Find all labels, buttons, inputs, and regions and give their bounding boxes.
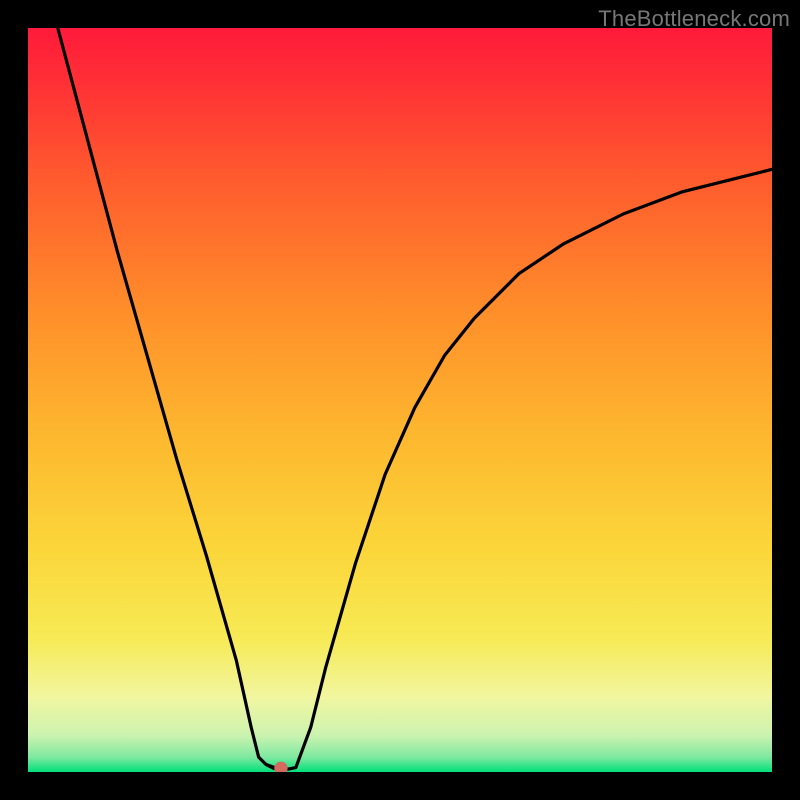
chart-frame xyxy=(28,28,772,772)
gradient-background xyxy=(28,28,772,772)
plot-area xyxy=(28,28,772,772)
bottleneck-chart xyxy=(28,28,772,772)
watermark-text: TheBottleneck.com xyxy=(598,6,790,32)
